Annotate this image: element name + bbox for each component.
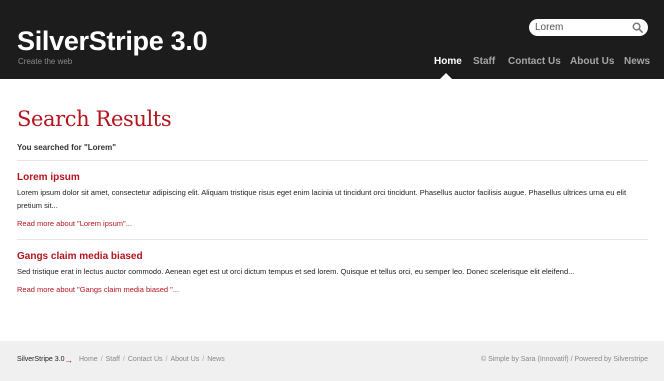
- search-summary: You searched for "Lorem": [17, 143, 117, 152]
- divider: [17, 160, 648, 161]
- search-icon[interactable]: [632, 22, 643, 33]
- site-title[interactable]: SilverStripe 3.0: [17, 26, 208, 57]
- read-more-link[interactable]: Read more about "Gangs claim media biase…: [17, 285, 179, 294]
- result-title[interactable]: Gangs claim media biased: [17, 251, 143, 262]
- footer-separator: /: [202, 356, 205, 363]
- nav-item-contact-us[interactable]: Contact Us: [508, 56, 561, 67]
- nav-item-news[interactable]: News: [624, 56, 650, 67]
- footer-link-contact-us[interactable]: Contact Us: [128, 356, 163, 363]
- footer-separator: /: [100, 356, 103, 363]
- footer-separator: /: [122, 356, 125, 363]
- arrow-right-icon: →: [64, 355, 73, 365]
- result-excerpt: Lorem ipsum dolor sit amet, consectetur …: [17, 188, 627, 210]
- result-excerpt: Sed tristique erat in lectus auctor comm…: [17, 267, 575, 276]
- footer-link-about-us[interactable]: About Us: [170, 356, 199, 363]
- site-tagline: Create the web: [18, 57, 73, 66]
- search-input[interactable]: [535, 19, 631, 36]
- search-box: [529, 19, 648, 36]
- read-more-link[interactable]: Read more about "Lorem ipsum"...: [17, 219, 132, 228]
- site-header: SilverStripe 3.0 Create the web Home Sta…: [0, 0, 664, 79]
- nav-item-about-us[interactable]: About Us: [570, 56, 614, 67]
- footer-separator: /: [165, 356, 168, 363]
- page-title: Search Results: [17, 107, 172, 131]
- active-nav-indicator: [440, 73, 452, 79]
- nav-item-staff[interactable]: Staff: [473, 56, 495, 67]
- nav-item-home[interactable]: Home: [434, 56, 462, 67]
- result-title[interactable]: Lorem ipsum: [17, 172, 80, 183]
- footer-brand[interactable]: SilverStripe 3.0: [17, 356, 64, 363]
- footer-nav: Home / Staff / Contact Us / About Us / News: [79, 356, 225, 363]
- footer-link-home[interactable]: Home: [79, 356, 98, 363]
- site-footer: SilverStripe 3.0 → Home / Staff / Contact Us…: [0, 341, 664, 381]
- footer-credit: © Simple by Sara (Innovatif) / Powered b…: [480, 356, 648, 363]
- footer-link-news[interactable]: News: [207, 356, 225, 363]
- footer-link-staff[interactable]: Staff: [106, 356, 120, 363]
- divider: [17, 239, 648, 240]
